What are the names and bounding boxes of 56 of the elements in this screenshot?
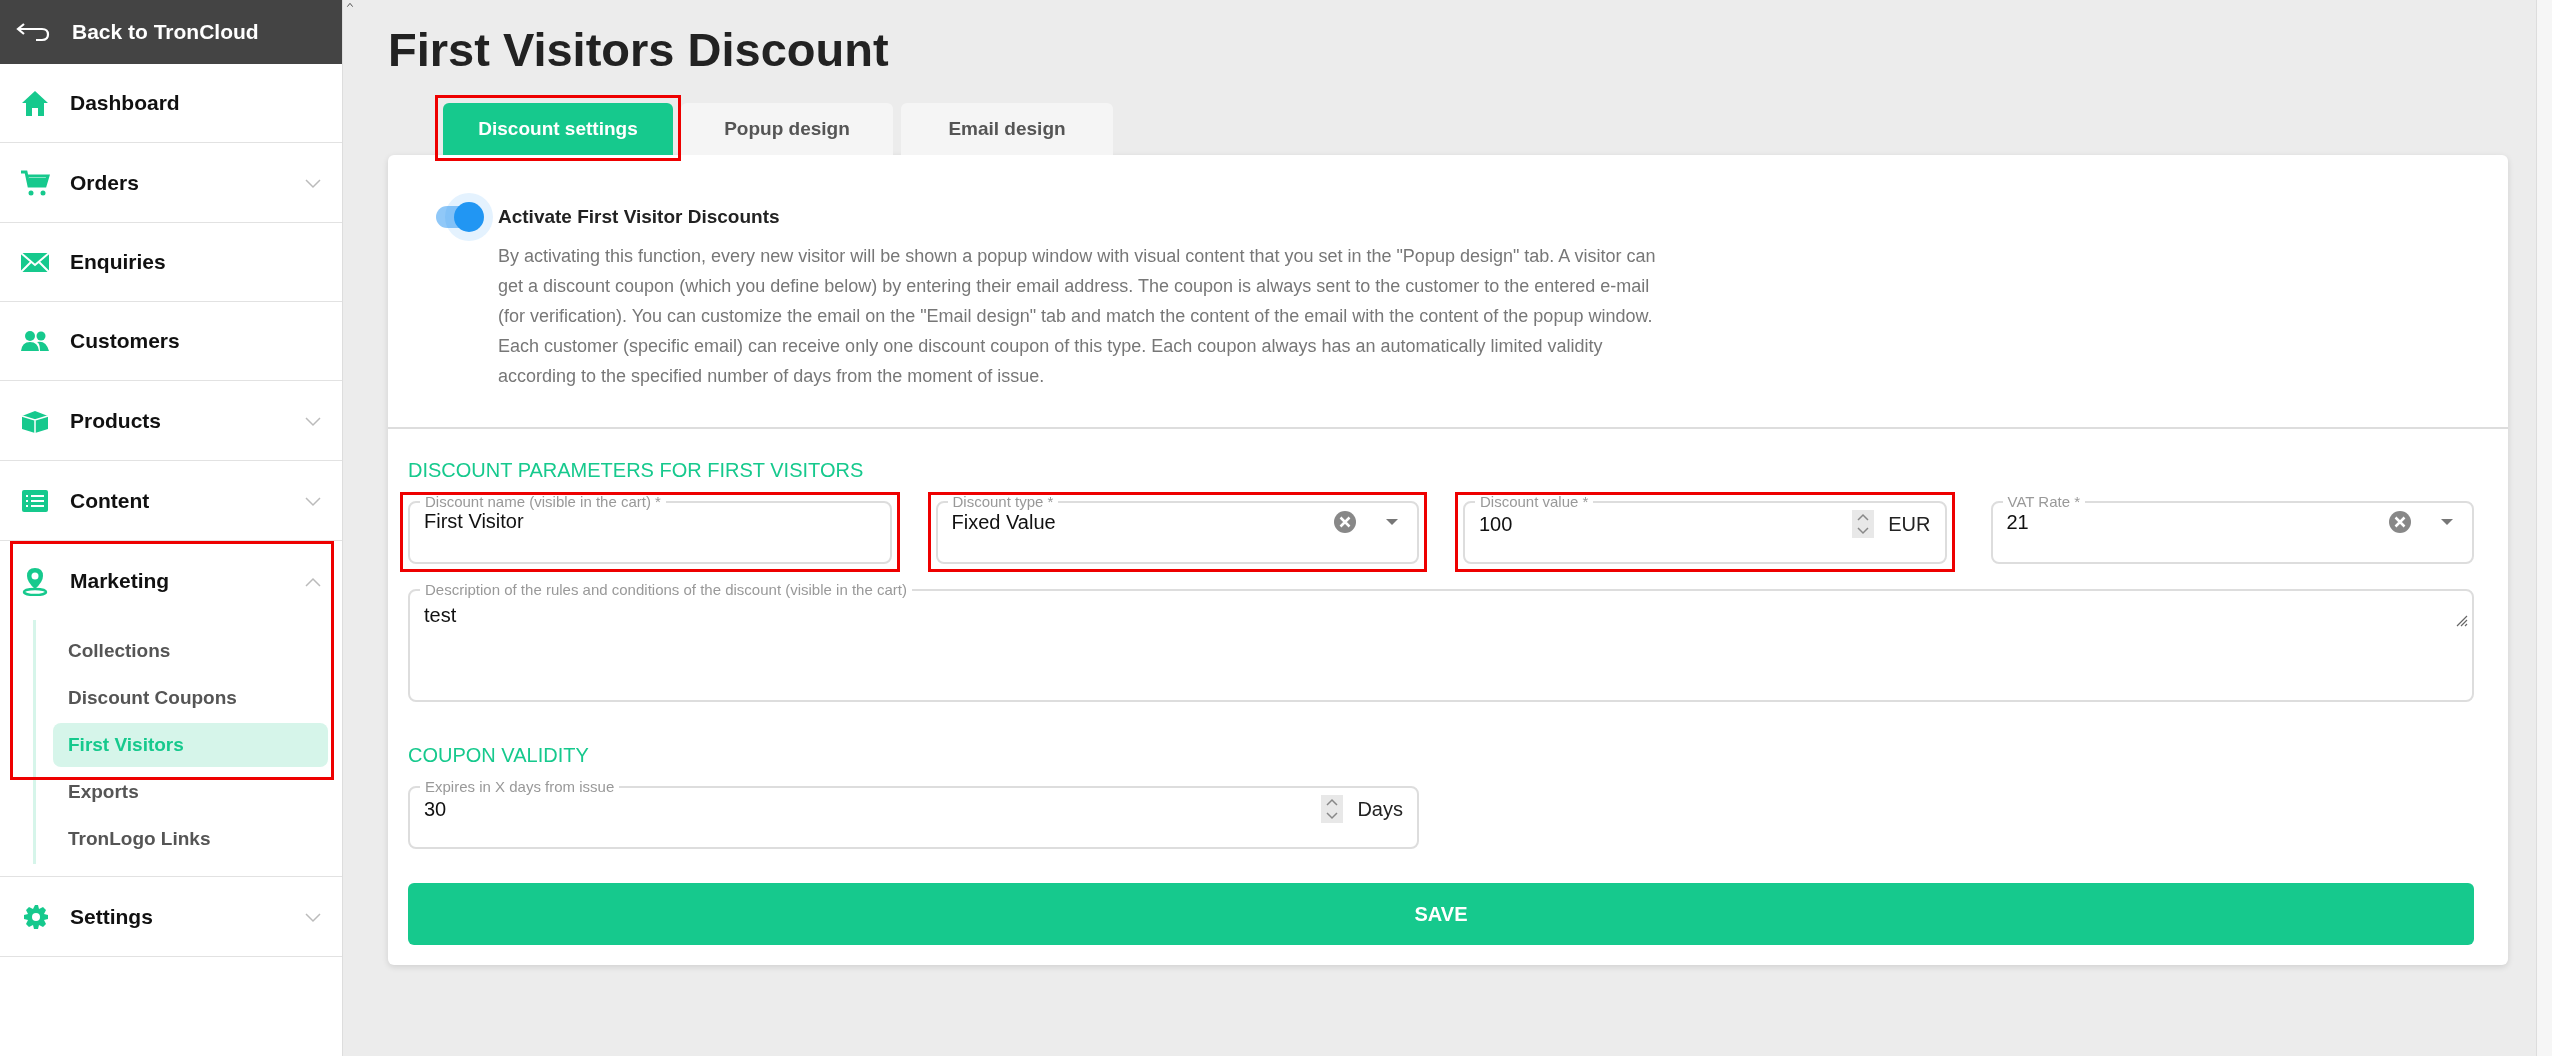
back-button[interactable]: Back to TronCloud [0, 0, 342, 64]
unit-label: Days [1357, 797, 1403, 821]
toggle-label: Activate First Visitor Discounts [498, 206, 780, 228]
field-value: First Visitor [424, 510, 525, 533]
field-value: Fixed Value [951, 510, 1057, 534]
dropdown-caret-icon[interactable] [1385, 518, 1399, 526]
spinner-icon[interactable] [1321, 795, 1344, 823]
sidebar-item[interactable]: Products [0, 381, 342, 460]
input-field[interactable]: Expires in X days from issue 30 Days [408, 779, 1419, 849]
description-text: By activating this function, every new visitor will be shown a popup window with visual content that you set in the "Popup design" tab. A visitor can get a discount coupon (which you define below) by entering their email address. The coupon is always sent to the customer to the entered e-mail (for verification). You can customize the email on the "Email design" tab and match the content of the email with the content of the popup window. Each customer (specific email) can receive only one discount coupon of this type. Each coupon always has an automatically limited validity according to the specified number of days from the moment of issue. [498, 245, 1657, 388]
field-value: 30 [424, 797, 448, 821]
chevron-icon [304, 177, 322, 190]
input-field[interactable]: Discount name (visible in the cart) * First Visitor [408, 494, 892, 564]
return-arrow-icon [16, 22, 50, 42]
field-value: 21 [2006, 510, 2030, 534]
spinner-icon[interactable] [1852, 510, 1875, 538]
tab[interactable]: Popup design [681, 103, 893, 155]
sidebar-item[interactable]: Content [0, 461, 342, 540]
section-title: DISCOUNT PARAMETERS FOR FIRST VISITORS [408, 459, 865, 482]
textarea-field[interactable]: Description of the rules and conditions of the discount (visible in the cart) test [408, 582, 2474, 702]
scroll-up-icon[interactable] [345, 2, 355, 10]
clear-icon[interactable] [1333, 510, 1357, 534]
menu-icon [20, 88, 50, 118]
unit-label: EUR [1888, 512, 1931, 536]
field-label: VAT Rate * [2006, 494, 2082, 510]
field-value: test [424, 604, 458, 627]
resize-handle-icon[interactable] [2456, 615, 2468, 627]
chevron-icon [304, 495, 322, 508]
section-title: COUPON VALIDITY [408, 744, 590, 767]
sidebar-item[interactable]: Marketing [0, 541, 342, 620]
sidebar-item[interactable]: Dashboard [0, 64, 342, 143]
tab[interactable]: Email design [901, 103, 1113, 155]
field-label: Discount value * [1479, 494, 1590, 510]
sidebar-item[interactable]: Customers [0, 302, 342, 381]
field-value: 100 [1479, 512, 1514, 536]
clear-icon[interactable] [2388, 510, 2412, 534]
sidebar-item[interactable]: Enquiries [0, 223, 342, 302]
chevron-icon [304, 575, 322, 588]
page-title: First Visitors Discount [388, 22, 890, 77]
submenu-item[interactable]: Collections [53, 629, 328, 673]
field-label: Discount type * [951, 494, 1055, 510]
submenu-item[interactable]: TronLogo Links [53, 817, 328, 861]
chevron-icon [304, 415, 322, 428]
select-field[interactable]: Discount type * Fixed Value [935, 494, 1419, 564]
field-label: Expires in X days from issue [424, 779, 616, 795]
sidebar-item[interactable]: Orders [0, 143, 342, 222]
submenu-item[interactable]: Discount Coupons [53, 676, 328, 720]
menu-icon [20, 565, 50, 596]
select-field[interactable]: VAT Rate * 21 [1990, 494, 2474, 564]
field-label: Description of the rules and conditions of the discount (visible in the cart) [424, 582, 908, 598]
field-label: Discount name (visible in the cart) * [424, 494, 662, 510]
submenu-item[interactable]: Exports [53, 770, 328, 814]
input-field[interactable]: Discount value * 100 EUR [1463, 494, 1947, 564]
sidebar-item[interactable]: Settings [0, 877, 342, 956]
dropdown-caret-icon[interactable] [2440, 518, 2454, 526]
chevron-icon [304, 911, 322, 924]
